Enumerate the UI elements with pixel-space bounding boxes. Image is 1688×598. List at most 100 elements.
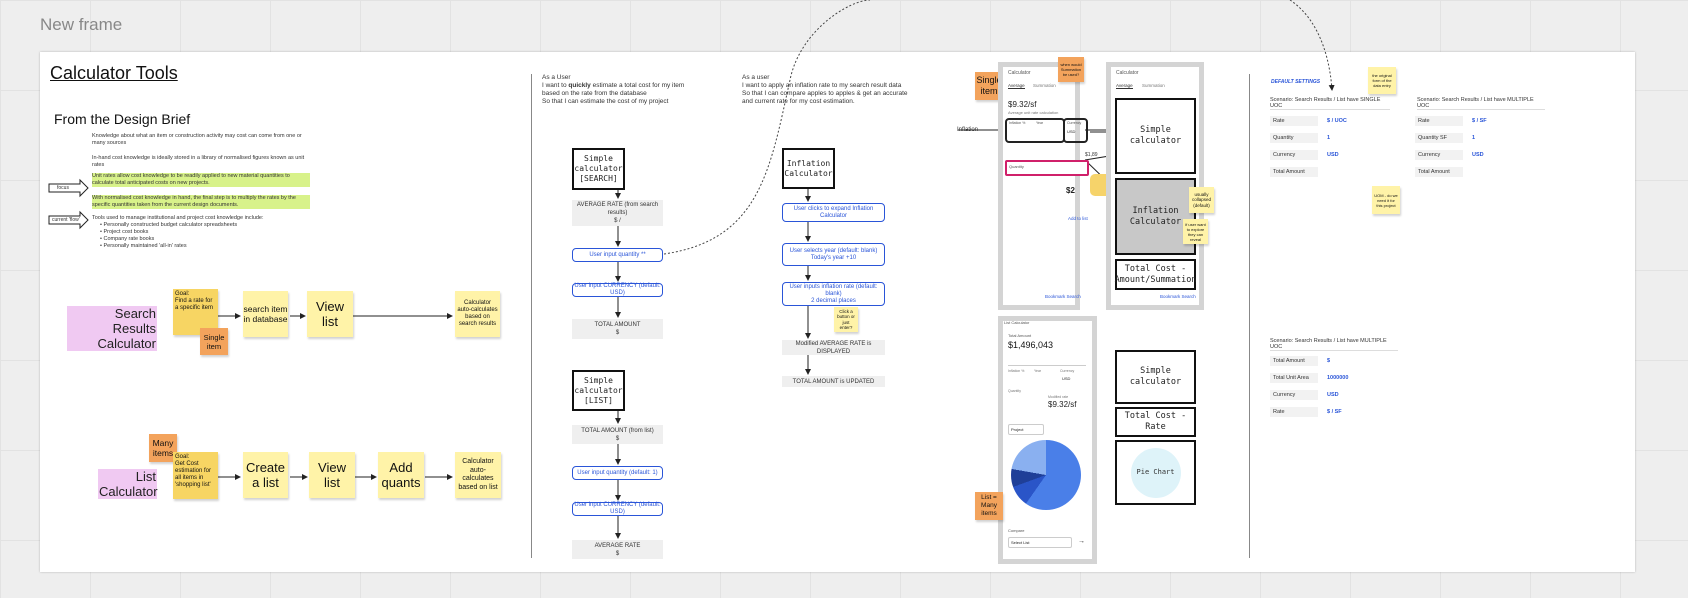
auto-calc-list-sticky[interactable]: Calculator auto-calculates based on list	[455, 452, 501, 498]
single-uoc-table: Rate $ / UOC Quantity 1 Currency USD Total …	[1270, 116, 1390, 184]
mock-rate-value: $9.32/sf	[1008, 100, 1037, 109]
bullet-item: • Company rate books	[100, 236, 155, 242]
default-settings-title: DEFAULT SETTINGS	[1271, 79, 1321, 85]
simple-calculator-search-box[interactable]: Simple calculator [SEARCH]	[572, 148, 625, 190]
inflation-calculator-box[interactable]: Inflation Calculator	[782, 148, 835, 189]
inflation-annotation-label: Inflation	[957, 127, 979, 133]
create-list-sticky[interactable]: Create a list	[243, 452, 288, 498]
input-currency-node[interactable]: User input CURRENCY (default: USD)	[572, 283, 663, 297]
collapsed-note-sticky[interactable]: usually collapsed (default)	[1189, 187, 1214, 213]
list-mock-compare-label: Compare	[1008, 528, 1025, 533]
click-button-note-sticky[interactable]: Click a button or just enter?	[834, 307, 858, 332]
goal-sticky-list[interactable]: Goal: Get Cost estimation for all items …	[173, 452, 218, 499]
brief-para-4: With normalised cost knowledge in hand, …	[92, 195, 310, 209]
single-item-sticky[interactable]: Single item	[200, 328, 228, 355]
brief-para-1: Knowledge about what an item or construc…	[92, 133, 302, 146]
bullet-item: • Personally constructed budget calculat…	[100, 222, 238, 228]
mock-tab-summation[interactable]: Summation	[1033, 83, 1056, 88]
wireframe-pie-chart-box[interactable]: Pie Chart	[1115, 440, 1196, 505]
table-row[interactable]: Total Amount	[1415, 167, 1545, 184]
simple-calculator-list-box[interactable]: Simple calculator [LIST]	[572, 370, 625, 411]
wireframe-simple-calculator-2[interactable]: Simple calculator	[1115, 350, 1196, 404]
total-updated-node[interactable]: TOTAL AMOUNT is UPDATED	[782, 376, 885, 387]
page-title: Calculator Tools	[50, 63, 178, 83]
list-mock-modified-label: Modified rate	[1048, 395, 1069, 399]
table-row[interactable]: Total Unit Area 1000000	[1270, 373, 1400, 390]
wireframe-total-rate[interactable]: Total Cost - Rate	[1115, 407, 1196, 437]
uom-note-sticky[interactable]: UOM - do we need it for this project	[1372, 186, 1400, 214]
list-mock-total-label: Total Amount	[1008, 333, 1032, 338]
list-input-currency-node[interactable]: User input CURRENCY (default: USD)	[572, 502, 663, 516]
select-year-node[interactable]: User selects year (default: blank) Today…	[782, 243, 885, 266]
user-story-inflation: As a user I want to apply an inflation r…	[742, 74, 908, 105]
mock-inflation-inputs[interactable]: Inflation % Year	[1005, 118, 1065, 143]
mock-tab-average[interactable]: Average	[1008, 83, 1025, 89]
wireframe-simple-calculator[interactable]: Simple calculator	[1115, 98, 1196, 174]
list-mock-quantity-label: Quantity	[1008, 389, 1022, 393]
section-divider-1	[531, 74, 532, 558]
arrow-right-icon[interactable]: →	[1078, 538, 1085, 545]
brief-para-2: In-hand cost knowledge is ideally stored…	[92, 155, 305, 168]
table-row[interactable]: Rate $ / SF	[1270, 407, 1400, 424]
modified-rate-node[interactable]: Modified AVERAGE RATE is DISPLAYED	[782, 340, 885, 355]
inflation-rate-node[interactable]: User inputs inflation rate (default: bla…	[782, 282, 885, 306]
table-row[interactable]: Rate $ / SF	[1415, 116, 1545, 133]
list-average-rate-node[interactable]: AVERAGE RATE $	[572, 540, 663, 559]
mock-bookmark-link[interactable]: Bookmark Search	[1045, 294, 1081, 299]
brief-para-5: Tools used to manage institutional and p…	[92, 215, 264, 221]
add-quants-sticky[interactable]: Add quants	[378, 452, 424, 498]
list-mock-rate-value: $9.32/sf	[1048, 400, 1077, 409]
auto-calc-search-sticky[interactable]: Calculator auto-calculates based on sear…	[455, 291, 500, 337]
list-calculator-label: List Calculator	[98, 469, 158, 499]
table-row[interactable]: Currency USD	[1270, 390, 1400, 407]
search-item-sticky[interactable]: search item in database	[243, 291, 288, 337]
multiple-uoc-title-2: Scenario: Search Results / List have MUL…	[1270, 338, 1398, 351]
focus-arrow-label: focus	[57, 185, 69, 191]
explore-note-sticky[interactable]: if user want to explore they can reveal	[1183, 219, 1208, 244]
expand-inflation-node[interactable]: User clicks to expand Inflation Calculat…	[782, 203, 885, 222]
view-list-sticky-2[interactable]: View list	[309, 452, 355, 498]
data-entry-note-sticky[interactable]: the original form of the data entry	[1368, 67, 1396, 94]
wireframe-total-summation[interactable]: Total Cost - Amount/Summation	[1115, 259, 1196, 290]
list-many-items-sticky[interactable]: List = Many items	[975, 492, 1003, 520]
pie-chart-graphic	[1011, 440, 1081, 510]
list-mock-project-select[interactable]: Project	[1008, 424, 1044, 435]
table-row[interactable]: Rate $ / UOC	[1270, 116, 1390, 133]
mock-calculator-title: Calculator	[1008, 70, 1031, 76]
total-amount-node[interactable]: TOTAL AMOUNT $	[572, 319, 663, 339]
wireframe-tab-summation[interactable]: Summation	[1142, 83, 1165, 88]
search-results-calculator-label: Search Results Calculator	[67, 306, 157, 351]
table-row[interactable]: Total Amount $	[1270, 356, 1400, 373]
table-row[interactable]: Currency USD	[1270, 150, 1390, 167]
brief-para-3: Unit rates allow cost knowledge to be re…	[92, 173, 310, 187]
list-total-amount-node[interactable]: TOTAL AMOUNT (from list) $	[572, 425, 663, 444]
mock-add-to-list-link[interactable]: Add to list	[1068, 216, 1088, 221]
table-row[interactable]: Currency USD	[1415, 150, 1545, 167]
list-mock-inflation-row[interactable]: Inflation % Year Currency USD	[1008, 365, 1086, 384]
section-divider-2	[1249, 74, 1250, 558]
current-flow-arrow-label: current 'flow'	[52, 217, 80, 223]
multiple-uoc-table: Rate $ / SF Quantity SF 1 Currency USD Tota…	[1415, 116, 1545, 184]
mock-quantity-input[interactable]: Quantity	[1005, 160, 1089, 176]
wireframe-tab-average[interactable]: Average	[1116, 83, 1133, 89]
wireframe-bookmark-link[interactable]: Bookmark Search	[1160, 294, 1196, 299]
list-mock-select-list[interactable]: Select List	[1008, 537, 1072, 548]
bullet-item: • Project cost books	[100, 229, 149, 235]
table-row[interactable]: Total Amount	[1270, 167, 1390, 184]
wireframe-pie-chart: Pie Chart	[1130, 447, 1181, 498]
view-list-sticky[interactable]: View list	[307, 291, 353, 337]
multiple-uoc-table-2: Total Amount $ Total Unit Area 1000000 Cur…	[1270, 356, 1400, 424]
summation-question-sticky[interactable]: when would Summation be used?	[1058, 57, 1084, 82]
mock-total-partial: $1,89	[1085, 152, 1098, 158]
table-row[interactable]: Quantity SF 1	[1415, 133, 1545, 150]
list-mock-title: List Calculator	[1004, 320, 1030, 325]
wireframe-calculator-title: Calculator	[1116, 70, 1139, 76]
mock-currency-select[interactable]: Currency USD	[1063, 118, 1088, 143]
list-input-quantity-node[interactable]: User input quantity (default: 1)	[572, 466, 663, 480]
table-row[interactable]: Quantity 1	[1270, 133, 1390, 150]
mock-total-partial-2: $2	[1066, 186, 1075, 195]
input-quantity-node[interactable]: User input quantity **	[572, 248, 663, 262]
list-mock-total-value: $1,496,043	[1008, 340, 1054, 350]
single-uoc-title: Scenario: Search Results / List have SIN…	[1270, 97, 1390, 110]
average-rate-node[interactable]: AVERAGE RATE (from search results) $ /	[572, 200, 663, 226]
